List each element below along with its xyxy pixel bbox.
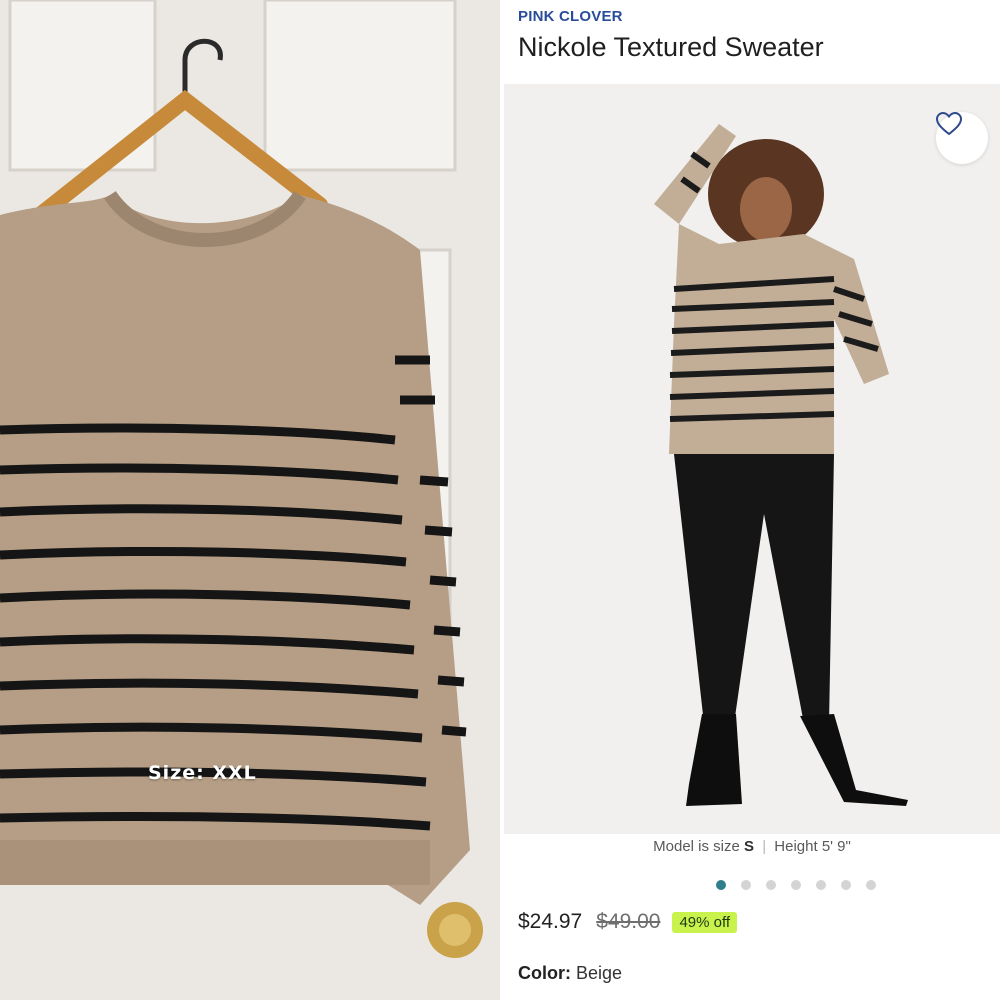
carousel-dot-5[interactable] bbox=[816, 880, 826, 890]
sweater-on-hanger-illustration bbox=[0, 0, 500, 1000]
color-selector: Color: Beige bbox=[518, 963, 622, 984]
model-photo bbox=[504, 84, 1000, 834]
sale-price: $24.97 bbox=[518, 910, 583, 933]
carousel-dot-1[interactable] bbox=[716, 880, 726, 890]
product-title: Nickole Textured Sweater bbox=[518, 32, 824, 62]
discount-badge: 49% off bbox=[672, 911, 738, 933]
carousel-dot-7[interactable] bbox=[866, 880, 876, 890]
hanger-photo: Size: XXL bbox=[0, 0, 500, 1000]
color-label: Color: bbox=[518, 963, 571, 983]
heart-outline-icon bbox=[936, 112, 962, 136]
favorite-button[interactable] bbox=[936, 112, 988, 164]
carousel-dot-3[interactable] bbox=[766, 880, 776, 890]
carousel-dot-2[interactable] bbox=[741, 880, 751, 890]
carousel-dot-4[interactable] bbox=[791, 880, 801, 890]
carousel-dots bbox=[716, 880, 876, 890]
product-detail: PINK CLOVER Nickole Textured Sweater Mod… bbox=[504, 0, 1000, 1000]
model-height-label: Height bbox=[774, 838, 818, 855]
model-size-label: Model is size bbox=[653, 838, 740, 855]
model-height-value: 5' 9" bbox=[821, 838, 851, 855]
product-image-carousel[interactable] bbox=[504, 84, 1000, 834]
model-info-separator: | bbox=[762, 838, 767, 855]
carousel-dot-6[interactable] bbox=[841, 880, 851, 890]
model-size-value: S bbox=[744, 838, 755, 855]
brand-link[interactable]: PINK CLOVER bbox=[518, 8, 623, 25]
size-tag: Size: XXL bbox=[148, 762, 257, 784]
color-value: Beige bbox=[576, 963, 623, 983]
original-price: $49.00 bbox=[596, 910, 661, 933]
price-row: $24.97 $49.00 49% off bbox=[518, 910, 738, 934]
model-info: Model is size S | Height 5' 9" bbox=[504, 838, 1000, 855]
